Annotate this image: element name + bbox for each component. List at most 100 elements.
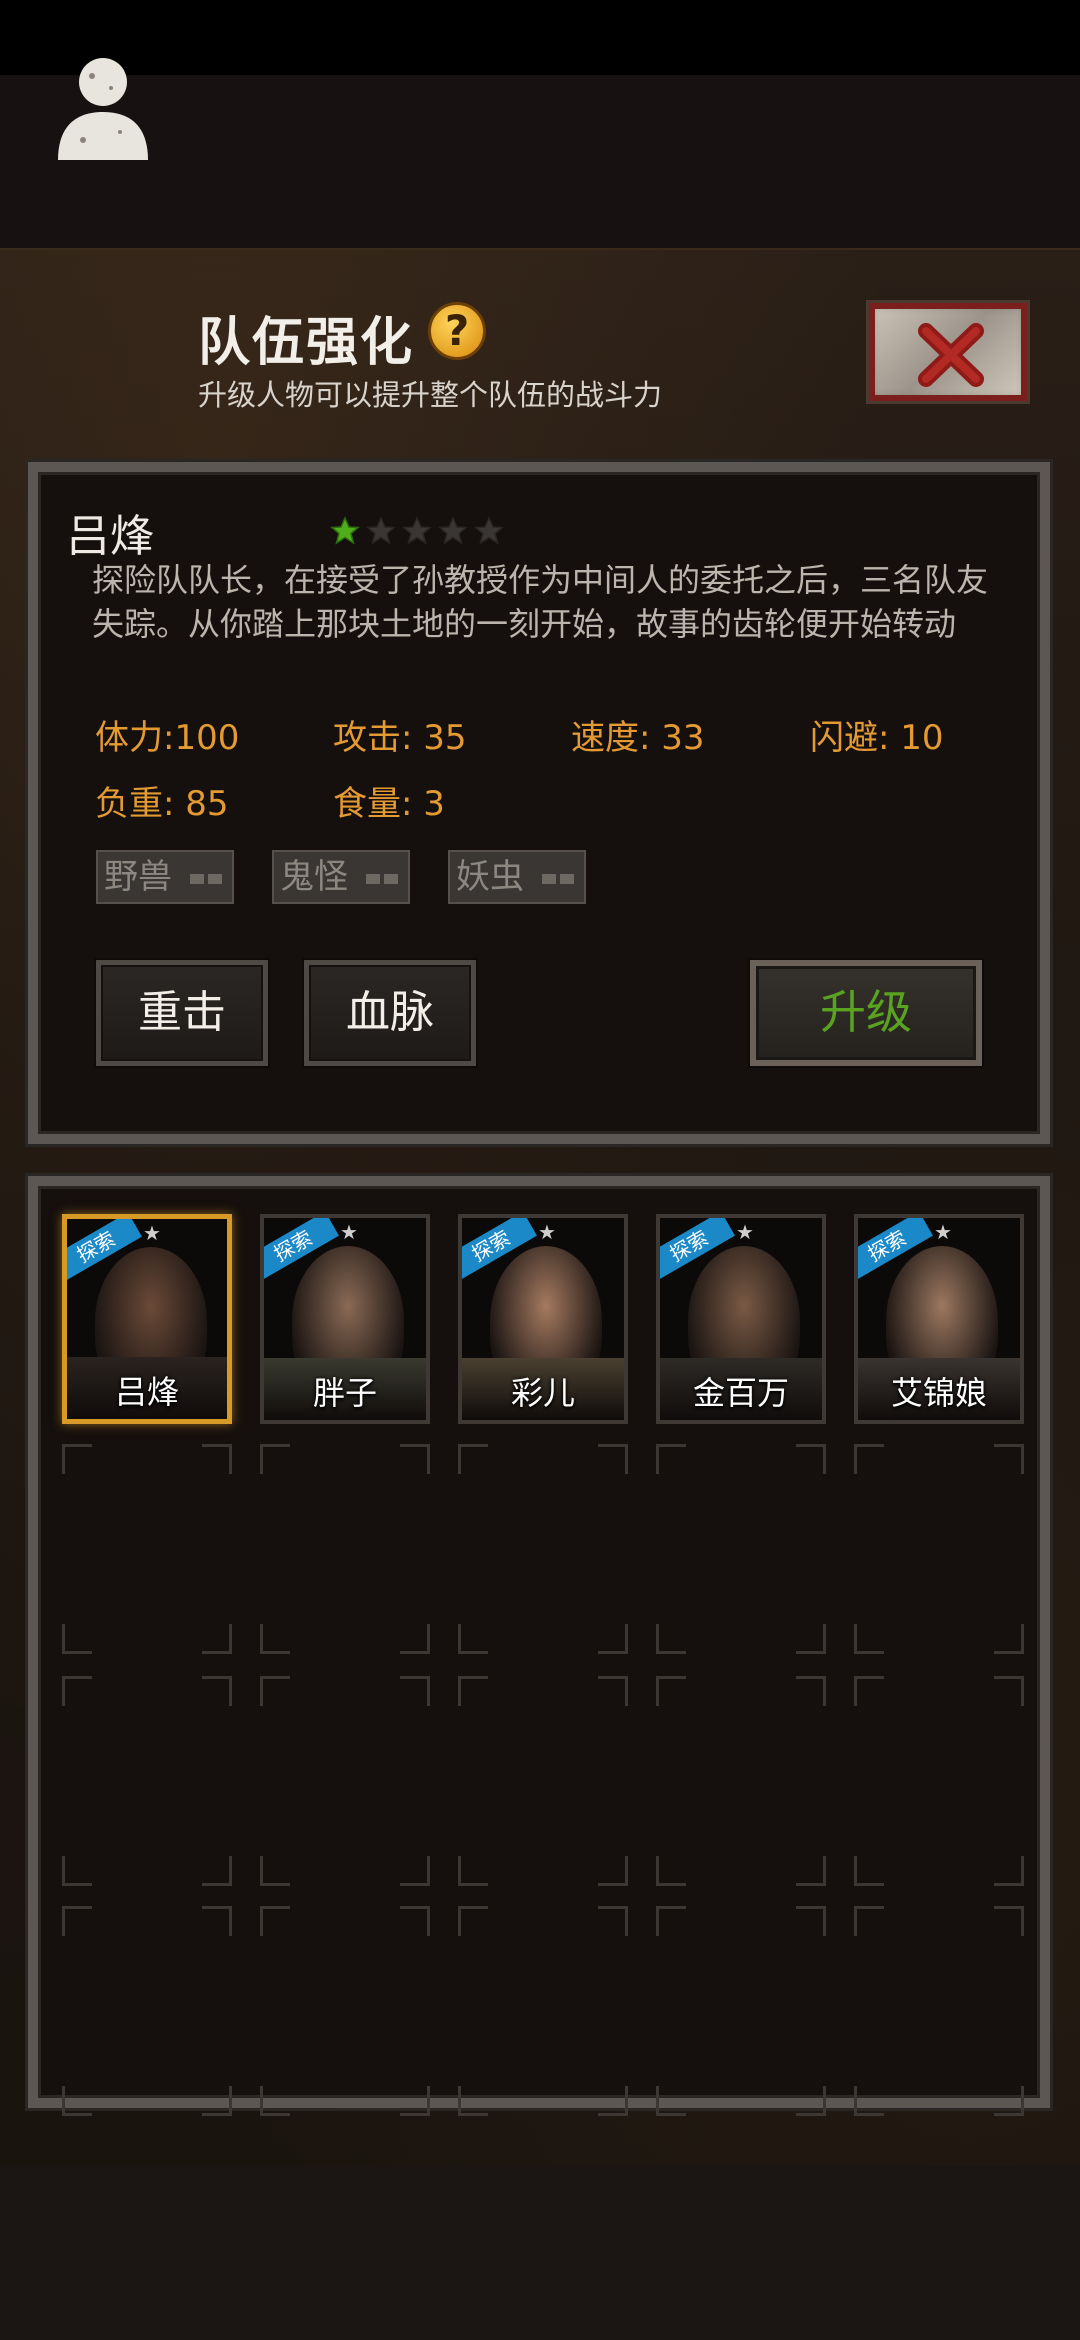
roster-member-card[interactable]: 探索 ★ 吕烽 bbox=[62, 1214, 232, 1424]
empty-roster-slot bbox=[458, 1676, 628, 1886]
slot-corner bbox=[656, 1906, 686, 1936]
empty-roster-slot bbox=[656, 1676, 826, 1886]
slot-corner bbox=[994, 1906, 1024, 1936]
slot-corner bbox=[458, 1856, 488, 1886]
slot-corner bbox=[260, 1906, 290, 1936]
star-empty-icon bbox=[366, 516, 396, 545]
slot-corner bbox=[854, 1624, 884, 1654]
slot-corner bbox=[62, 1444, 92, 1474]
empty-roster-slot bbox=[260, 1444, 430, 1654]
slot-corner bbox=[202, 1676, 232, 1706]
empty-roster-slot bbox=[656, 1444, 826, 1654]
empty-roster-slot bbox=[458, 1906, 628, 2116]
slot-corner bbox=[400, 1856, 430, 1886]
stat-attack: 攻击: 35 bbox=[333, 718, 467, 758]
slot-corner bbox=[260, 2086, 290, 2116]
trait-ghost: 鬼怪 bbox=[272, 850, 410, 904]
bottom-area bbox=[0, 2165, 1080, 2340]
slot-corner bbox=[796, 1444, 826, 1474]
slot-corner bbox=[598, 1444, 628, 1474]
slot-corner bbox=[796, 1676, 826, 1706]
slot-corner bbox=[656, 2086, 686, 2116]
status-bar bbox=[0, 0, 1080, 75]
slot-corner bbox=[656, 1624, 686, 1654]
dialog-subtitle: 升级人物可以提升整个队伍的战斗力 bbox=[198, 378, 663, 412]
slot-corner bbox=[62, 1624, 92, 1654]
slot-corner bbox=[202, 1906, 232, 1936]
stat-stamina: 体力:100 bbox=[95, 718, 240, 758]
slot-corner bbox=[260, 1444, 290, 1474]
slot-corner bbox=[598, 1856, 628, 1886]
slot-corner bbox=[796, 1624, 826, 1654]
character-description: 探险队队长，在接受了孙教授作为中间人的委托之后，三名队友失踪。从你踏上那块土地的… bbox=[92, 561, 989, 643]
rank-star-icon: ★ bbox=[934, 1220, 952, 1244]
slot-corner bbox=[854, 1856, 884, 1886]
slot-corner bbox=[854, 1444, 884, 1474]
empty-roster-slot bbox=[458, 1444, 628, 1654]
character-silhouette-icon bbox=[58, 58, 148, 160]
empty-roster-slot bbox=[260, 1676, 430, 1886]
slot-corner bbox=[458, 1906, 488, 1936]
slot-corner bbox=[598, 2086, 628, 2116]
roster-member-name: 彩儿 bbox=[510, 1374, 575, 1412]
stat-load: 负重: 85 bbox=[95, 784, 229, 824]
stat-speed: 速度: 33 bbox=[571, 718, 705, 758]
slot-corner bbox=[796, 1856, 826, 1886]
slot-corner bbox=[260, 1856, 290, 1886]
slot-corner bbox=[598, 1624, 628, 1654]
roster-member-card[interactable]: 探索 ★ 彩儿 bbox=[458, 1214, 628, 1424]
close-button[interactable] bbox=[866, 300, 1030, 404]
help-icon[interactable]: ? bbox=[428, 302, 486, 360]
star-empty-icon bbox=[474, 516, 504, 545]
empty-roster-slot bbox=[656, 1906, 826, 2116]
slot-corner bbox=[458, 2086, 488, 2116]
character-name: 吕烽 bbox=[66, 511, 154, 562]
dialog-title: 队伍强化 bbox=[198, 313, 415, 373]
rank-star-icon: ★ bbox=[538, 1220, 556, 1244]
upgrade-button[interactable]: 升级 bbox=[750, 960, 982, 1066]
slot-corner bbox=[854, 2086, 884, 2116]
slot-corner bbox=[62, 1676, 92, 1706]
slot-corner bbox=[854, 1676, 884, 1706]
star-empty-icon bbox=[438, 516, 468, 545]
roster-member-name: 艾锦娘 bbox=[890, 1374, 987, 1412]
rank-star-icon: ★ bbox=[736, 1220, 754, 1244]
star-filled-icon bbox=[330, 516, 360, 545]
roster-member-card[interactable]: 探索 ★ 金百万 bbox=[656, 1214, 826, 1424]
slot-corner bbox=[656, 1444, 686, 1474]
slot-corner bbox=[796, 1906, 826, 1936]
slot-corner bbox=[260, 1676, 290, 1706]
empty-roster-slot bbox=[854, 1676, 1024, 1886]
slot-corner bbox=[656, 1676, 686, 1706]
empty-roster-slot bbox=[854, 1444, 1024, 1654]
empty-roster-slot bbox=[854, 1906, 1024, 2116]
star-rating bbox=[330, 516, 504, 546]
slot-corner bbox=[400, 2086, 430, 2116]
trait-beast: 野兽 bbox=[96, 850, 234, 904]
slot-corner bbox=[854, 1906, 884, 1936]
roster-member-card[interactable]: 探索 ★ 艾锦娘 bbox=[854, 1214, 1024, 1424]
slot-corner bbox=[458, 1444, 488, 1474]
slot-corner bbox=[202, 1444, 232, 1474]
slot-corner bbox=[202, 1624, 232, 1654]
slot-corner bbox=[400, 1906, 430, 1936]
slot-corner bbox=[260, 1624, 290, 1654]
slot-corner bbox=[994, 1856, 1024, 1886]
skill-bloodline-button[interactable]: 血脉 bbox=[304, 960, 476, 1066]
roster-member-name: 金百万 bbox=[692, 1374, 789, 1412]
slot-corner bbox=[62, 1906, 92, 1936]
rank-star-icon: ★ bbox=[340, 1220, 358, 1244]
slot-corner bbox=[400, 1676, 430, 1706]
roster-member-card[interactable]: 探索 ★ 胖子 bbox=[260, 1214, 430, 1424]
slot-corner bbox=[400, 1624, 430, 1654]
stat-food: 食量: 3 bbox=[333, 784, 445, 824]
empty-roster-slot bbox=[62, 1906, 232, 2116]
roster-member-name: 胖子 bbox=[312, 1374, 377, 1412]
slot-corner bbox=[598, 1676, 628, 1706]
slot-corner bbox=[202, 2086, 232, 2116]
empty-roster-slot bbox=[62, 1444, 232, 1654]
slot-corner bbox=[656, 1856, 686, 1886]
slot-corner bbox=[994, 1624, 1024, 1654]
skill-heavy-strike-button[interactable]: 重击 bbox=[96, 960, 268, 1066]
star-empty-icon bbox=[402, 516, 432, 545]
